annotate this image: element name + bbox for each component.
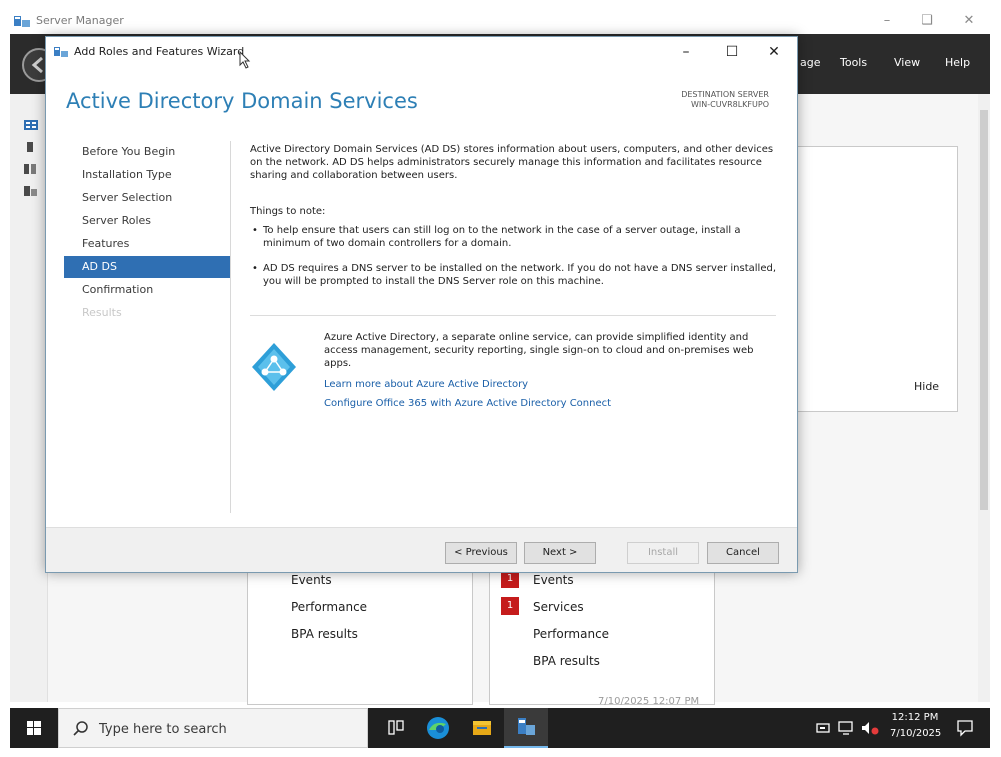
volume-muted-icon[interactable] [860, 720, 880, 736]
services-count-badge: 1 [501, 597, 519, 615]
destination-server-label: DESTINATION SERVER [681, 90, 769, 99]
dashboard-icon[interactable] [24, 120, 38, 130]
nav-confirmation[interactable]: Confirmation [64, 279, 230, 301]
clock-date[interactable]: 7/10/2025 [890, 728, 941, 739]
nav-results: Results [82, 306, 122, 319]
server-manager-sidebar [10, 94, 48, 702]
sm-maximize-button[interactable]: ❑ [912, 10, 942, 32]
notification-tray-icon[interactable] [838, 720, 854, 736]
sm-minimize-button[interactable]: – [872, 10, 902, 32]
nav-ad-ds[interactable]: AD DS [64, 256, 230, 278]
menu-tools[interactable]: Tools [840, 56, 867, 69]
windows-logo-icon [27, 721, 41, 735]
tile-link-bpa-results[interactable]: BPA results [291, 627, 358, 641]
local-server-tile [247, 560, 473, 705]
tile-timestamp: 7/10/2025 12:07 PM [598, 696, 700, 707]
nav-features[interactable]: Features [64, 233, 230, 255]
tile-link-bpa-results[interactable]: BPA results [533, 654, 600, 668]
nav-server-selection[interactable]: Server Selection [64, 187, 230, 209]
bullet-dot: • [252, 225, 258, 236]
hide-link[interactable]: Hide [914, 380, 939, 393]
destination-server-name: WIN-CUVR8LKFUPO [691, 100, 769, 109]
nav-installation-type[interactable]: Installation Type [64, 164, 230, 186]
wizard-maximize-button[interactable]: ☐ [712, 41, 752, 63]
section-separator [250, 315, 776, 316]
tile-link-performance[interactable]: Performance [291, 600, 367, 614]
bullet-dot: • [252, 263, 258, 274]
server-manager-icon [518, 718, 535, 735]
tile-link-services[interactable]: Services [533, 600, 584, 614]
file-explorer-icon[interactable] [462, 712, 502, 744]
wizard-title: Add Roles and Features Wizard [74, 45, 245, 58]
nav-divider [230, 141, 231, 513]
file-services-icon[interactable] [24, 186, 38, 196]
wizard-close-button[interactable]: ✕ [754, 41, 794, 63]
notes-heading: Things to note: [250, 206, 326, 217]
sm-close-button[interactable]: ✕ [954, 10, 984, 32]
page-title: Active Directory Domain Services [66, 89, 418, 113]
azure-active-directory-icon [252, 343, 296, 391]
previous-button[interactable]: < Previous [445, 542, 517, 564]
search-placeholder: Type here to search [99, 722, 227, 737]
next-button[interactable]: Next > [524, 542, 596, 564]
tile-link-events[interactable]: Events [291, 573, 332, 587]
ad-ds-description: Active Directory Domain Services (AD DS)… [250, 144, 774, 181]
server-manager-titlebar: Server Manager – ❑ ✕ [10, 8, 990, 34]
note-bullet: • To help ensure that users can still lo… [250, 224, 780, 250]
menu-view[interactable]: View [894, 56, 920, 69]
azure-description: Azure Active Directory, a separate onlin… [324, 332, 754, 369]
clock-time[interactable]: 12:12 PM [890, 712, 940, 723]
local-server-icon[interactable] [24, 142, 38, 152]
note-bullet: • AD DS requires a DNS server to be inst… [250, 262, 780, 288]
network-icon[interactable] [816, 721, 832, 735]
configure-office365-link[interactable]: Configure Office 365 with Azure Active D… [324, 398, 611, 409]
install-button: Install [627, 542, 699, 564]
taskbar: Type here to search 12:12 PM 7/10/2025 [10, 708, 990, 748]
menu-manage[interactable]: age [800, 56, 821, 69]
welcome-panel [796, 146, 958, 412]
note-text: To help ensure that users can still log … [263, 225, 741, 249]
mouse-cursor-icon [239, 51, 251, 69]
cancel-button[interactable]: Cancel [707, 542, 779, 564]
tile-link-performance[interactable]: Performance [533, 627, 609, 641]
nav-before-you-begin[interactable]: Before You Begin [64, 141, 230, 163]
tile-link-events[interactable]: Events [533, 573, 574, 587]
server-manager-icon [14, 16, 30, 27]
task-view-icon[interactable] [376, 712, 416, 744]
add-roles-wizard-dialog: Add Roles and Features Wizard – ☐ ✕ Acti… [45, 36, 798, 573]
action-center-icon[interactable] [956, 719, 974, 737]
search-icon [73, 721, 88, 736]
learn-more-azure-link[interactable]: Learn more about Azure Active Directory [324, 379, 528, 390]
all-servers-icon[interactable] [24, 164, 38, 174]
server-manager-taskbar-button[interactable] [504, 708, 548, 748]
scrollbar-thumb[interactable] [980, 110, 988, 510]
wizard-minimize-button[interactable]: – [666, 41, 706, 63]
start-button[interactable] [10, 708, 58, 748]
edge-browser-icon[interactable] [418, 712, 458, 744]
wizard-app-icon [54, 47, 68, 57]
nav-server-roles[interactable]: Server Roles [64, 210, 230, 232]
server-manager-title: Server Manager [36, 14, 124, 27]
note-text: AD DS requires a DNS server to be instal… [263, 263, 777, 287]
menu-help[interactable]: Help [945, 56, 970, 69]
taskbar-search-box[interactable]: Type here to search [58, 708, 368, 748]
